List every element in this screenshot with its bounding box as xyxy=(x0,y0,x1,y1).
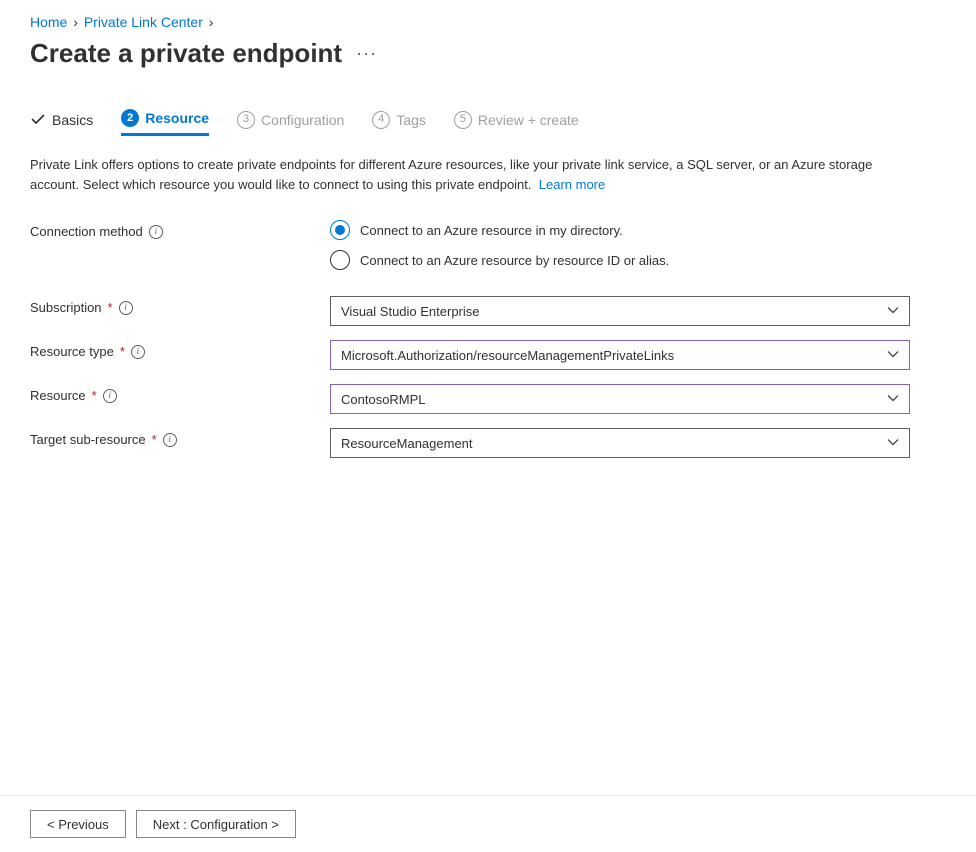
wizard-tabs: Basics 2 Resource 3 Configuration 4 Tags… xyxy=(30,109,946,137)
learn-more-link[interactable]: Learn more xyxy=(539,177,605,192)
radio-icon xyxy=(330,250,350,270)
radio-label: Connect to an Azure resource by resource… xyxy=(360,253,669,268)
breadcrumb-private-link-center[interactable]: Private Link Center xyxy=(84,14,203,30)
breadcrumb-sep-icon: › xyxy=(73,14,78,30)
tab-label: Review + create xyxy=(478,112,579,128)
chevron-down-icon xyxy=(887,348,899,363)
radio-icon xyxy=(330,220,350,240)
breadcrumb-sep-icon: › xyxy=(209,14,214,30)
check-icon xyxy=(30,112,46,128)
page-title: Create a private endpoint xyxy=(30,38,342,69)
label-subscription: Subscription xyxy=(30,300,102,315)
more-actions-icon[interactable]: ··· xyxy=(356,43,377,64)
tab-configuration[interactable]: 3 Configuration xyxy=(237,109,344,136)
radio-connect-directory[interactable]: Connect to an Azure resource in my direc… xyxy=(330,220,910,240)
info-icon[interactable]: i xyxy=(149,225,163,239)
info-icon[interactable]: i xyxy=(163,433,177,447)
label-connection-method: Connection method xyxy=(30,224,143,239)
step-number-icon: 5 xyxy=(454,111,472,129)
info-icon[interactable]: i xyxy=(103,389,117,403)
connection-method-radio-group: Connect to an Azure resource in my direc… xyxy=(330,220,910,270)
tab-label: Configuration xyxy=(261,112,344,128)
subscription-select[interactable]: Visual Studio Enterprise xyxy=(330,296,910,326)
intro-body: Private Link offers options to create pr… xyxy=(30,157,872,192)
chevron-down-icon xyxy=(887,392,899,407)
select-value: Visual Studio Enterprise xyxy=(341,304,887,319)
step-number-icon: 4 xyxy=(372,111,390,129)
select-value: ResourceManagement xyxy=(341,436,887,451)
tab-tags[interactable]: 4 Tags xyxy=(372,109,426,136)
radio-label: Connect to an Azure resource in my direc… xyxy=(360,223,623,238)
intro-text: Private Link offers options to create pr… xyxy=(30,155,910,194)
breadcrumb-home[interactable]: Home xyxy=(30,14,67,30)
required-icon: * xyxy=(108,300,113,315)
info-icon[interactable]: i xyxy=(131,345,145,359)
tab-label: Resource xyxy=(145,110,209,126)
tab-review-create[interactable]: 5 Review + create xyxy=(454,109,579,136)
chevron-down-icon xyxy=(887,436,899,451)
label-resource-type: Resource type xyxy=(30,344,114,359)
resource-type-select[interactable]: Microsoft.Authorization/resourceManageme… xyxy=(330,340,910,370)
label-resource: Resource xyxy=(30,388,86,403)
required-icon: * xyxy=(152,432,157,447)
step-number-icon: 2 xyxy=(121,109,139,127)
step-number-icon: 3 xyxy=(237,111,255,129)
label-target-sub-resource: Target sub-resource xyxy=(30,432,146,447)
tab-resource[interactable]: 2 Resource xyxy=(121,109,209,136)
next-button[interactable]: Next : Configuration > xyxy=(136,810,296,838)
select-value: ContosoRMPL xyxy=(341,392,887,407)
radio-connect-resource-id[interactable]: Connect to an Azure resource by resource… xyxy=(330,250,910,270)
tab-label: Basics xyxy=(52,112,93,128)
resource-select[interactable]: ContosoRMPL xyxy=(330,384,910,414)
required-icon: * xyxy=(120,344,125,359)
tab-label: Tags xyxy=(396,112,426,128)
wizard-footer: < Previous Next : Configuration > xyxy=(0,795,976,852)
breadcrumb: Home › Private Link Center › xyxy=(30,14,946,30)
target-sub-resource-select[interactable]: ResourceManagement xyxy=(330,428,910,458)
required-icon: * xyxy=(92,388,97,403)
select-value: Microsoft.Authorization/resourceManageme… xyxy=(341,348,887,363)
tab-basics[interactable]: Basics xyxy=(30,109,93,136)
chevron-down-icon xyxy=(887,304,899,319)
info-icon[interactable]: i xyxy=(119,301,133,315)
previous-button[interactable]: < Previous xyxy=(30,810,126,838)
